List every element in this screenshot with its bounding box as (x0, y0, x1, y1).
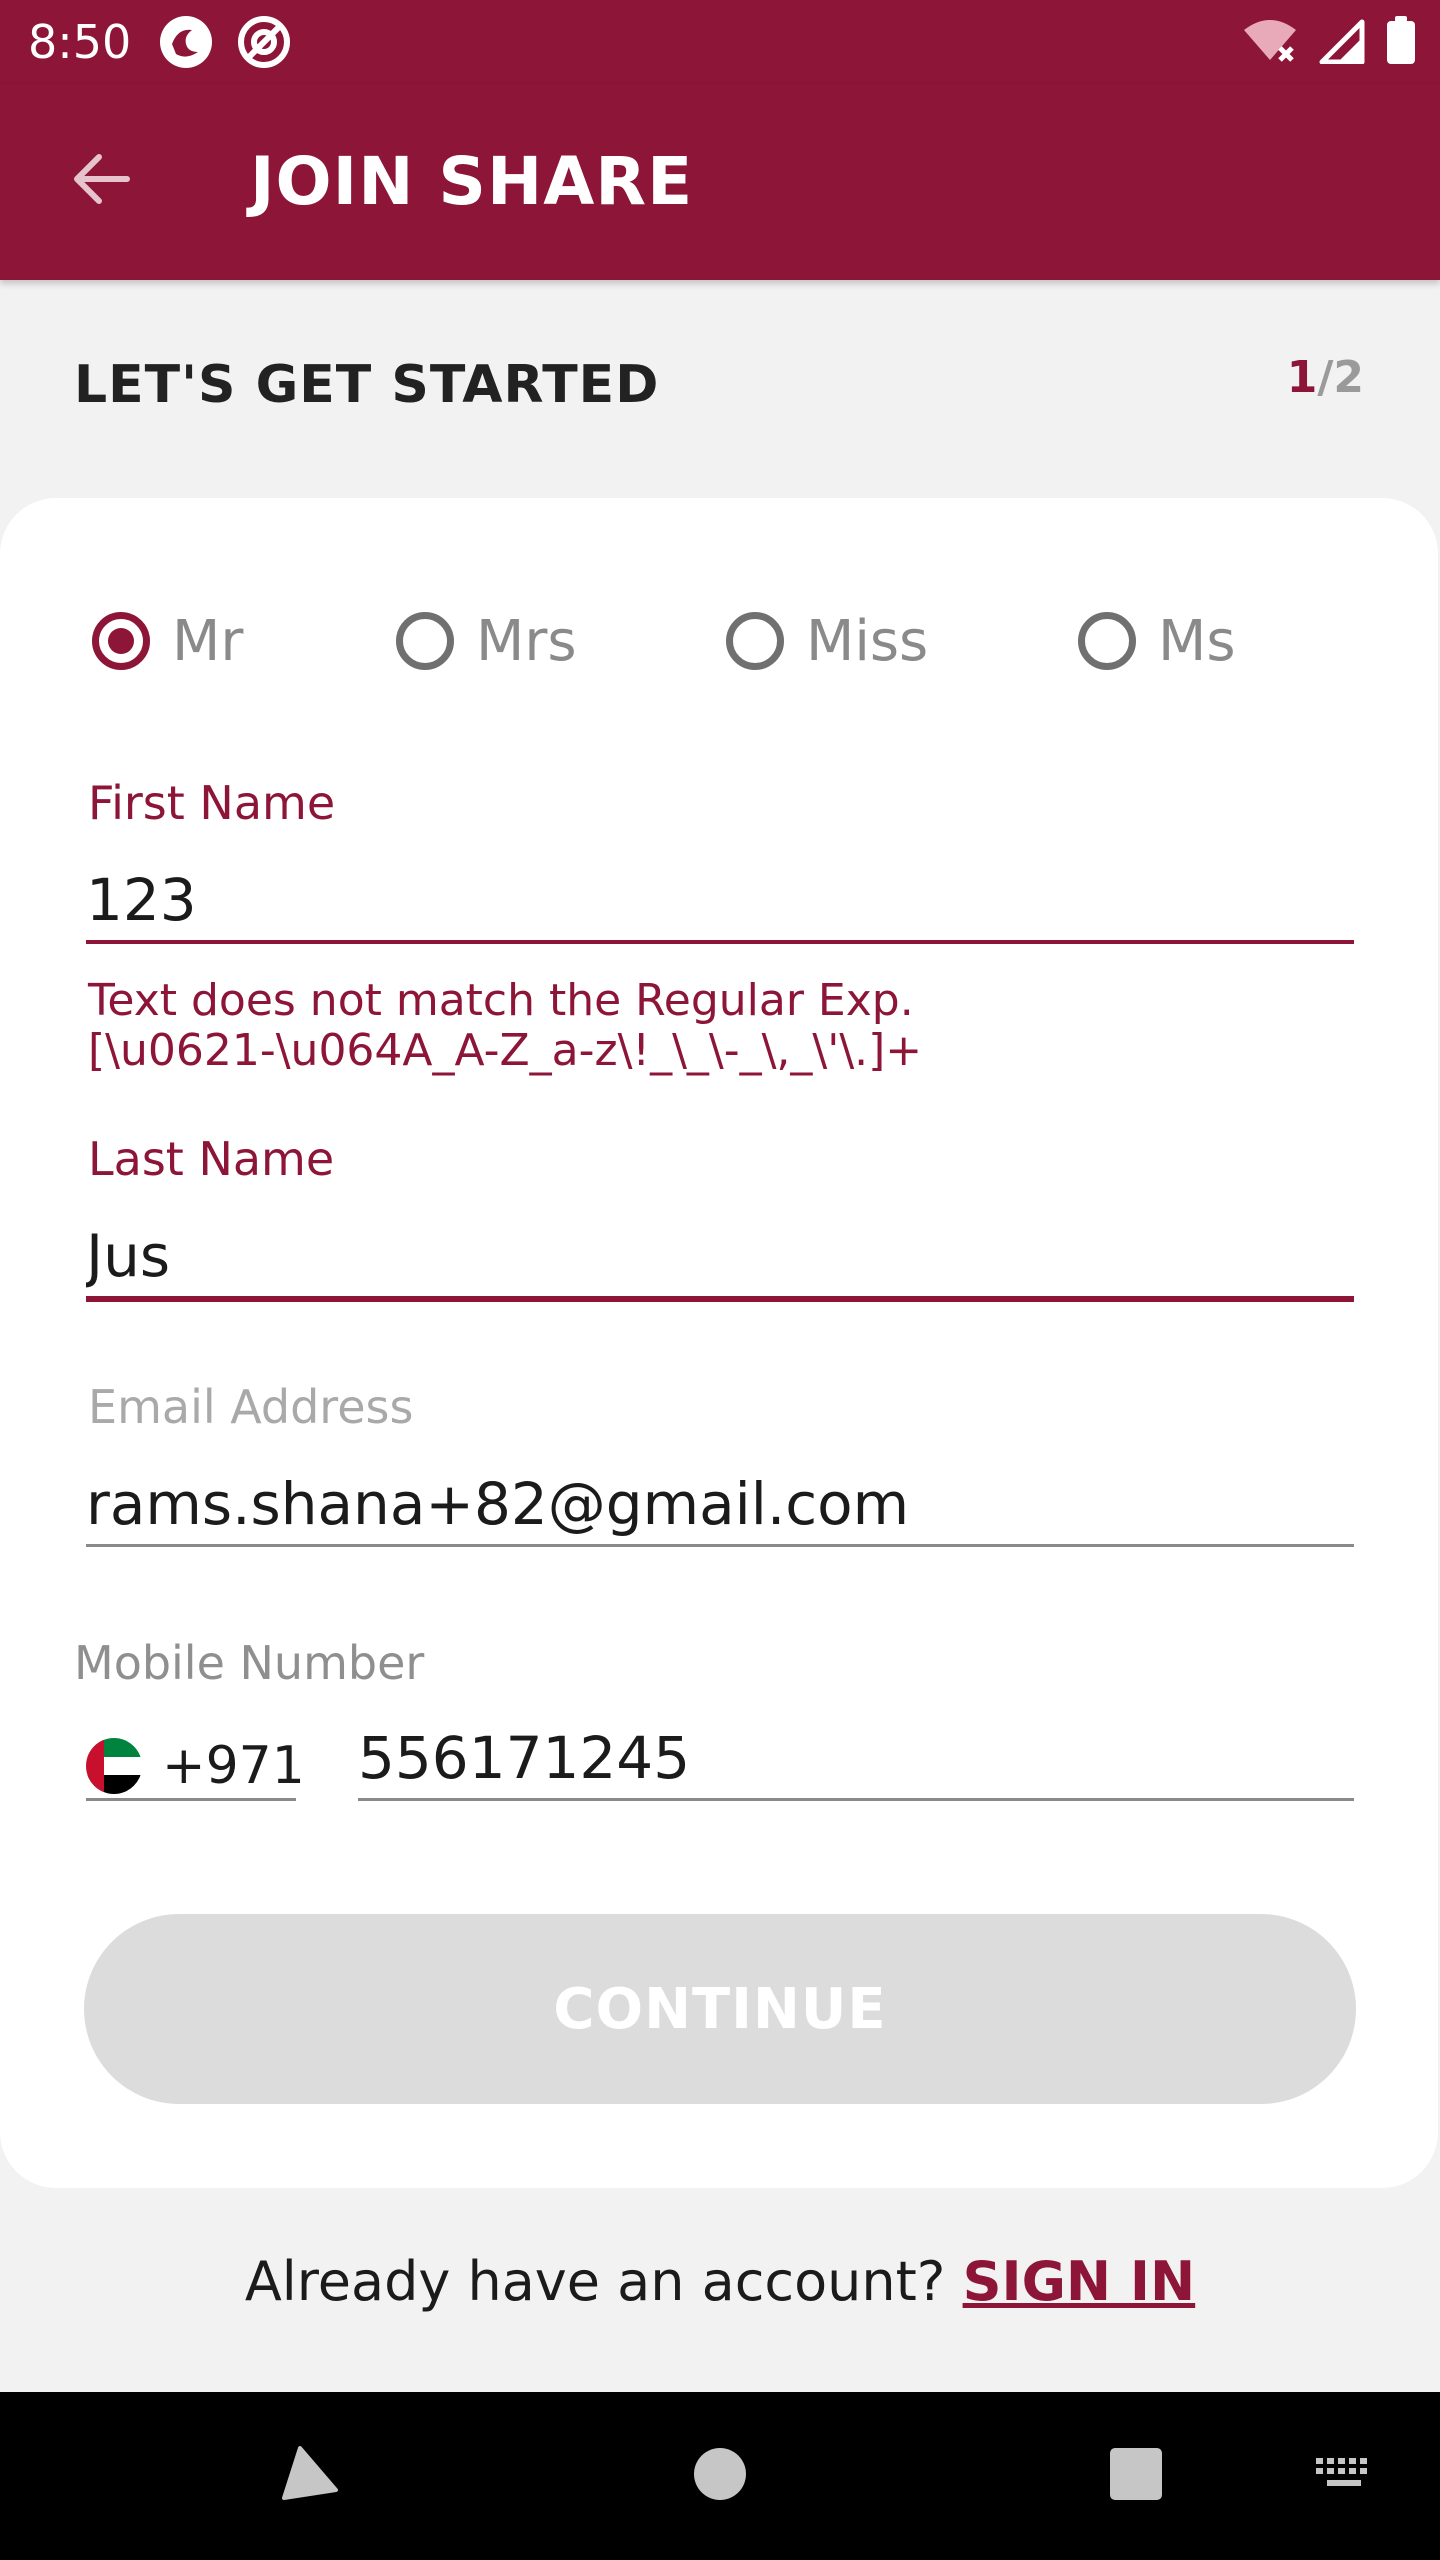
radio-option-mrs[interactable]: Mrs (396, 600, 577, 682)
mobile-label: Mobile Number (74, 1636, 425, 1690)
last-name-label: Last Name (88, 1132, 335, 1186)
error-pattern: [\u0621-\u064A_A-Z_a-z\!_\_\-_\,_\'\.]+ (88, 1025, 923, 1076)
cellular-signal-icon (1318, 16, 1366, 68)
step-counter: 1/2 (1287, 352, 1364, 403)
radio-option-ms[interactable]: Ms (1078, 600, 1236, 682)
at-sign-notification-icon (236, 14, 292, 70)
arrow-left-icon (69, 147, 133, 215)
signin-prompt: Already have an account? (244, 2250, 963, 2313)
section-heading: LET'S GET STARTED (74, 355, 660, 415)
radio-label-mr: Mr (172, 608, 244, 674)
last-name-underline (86, 1296, 1354, 1302)
radio-button[interactable] (1078, 612, 1136, 670)
sign-in-link[interactable]: SIGN IN (963, 2250, 1196, 2313)
nav-home-button[interactable] (680, 2436, 760, 2516)
error-message: Text does not match the Regular Exp. (88, 975, 914, 1026)
nav-keyboard-button[interactable] (1304, 2436, 1384, 2516)
radio-button[interactable] (396, 612, 454, 670)
mobile-number-input[interactable] (358, 1718, 1354, 1798)
first-name-underline (86, 940, 1354, 944)
triangle-back-icon (278, 2442, 342, 2510)
last-name-input[interactable] (86, 1216, 1354, 1296)
mobile-underline (358, 1798, 1354, 1801)
first-name-label: First Name (88, 776, 336, 830)
wifi-off-icon (1242, 16, 1298, 68)
nav-recents-button[interactable] (1096, 2436, 1176, 2516)
radio-option-mr[interactable]: Mr (92, 600, 243, 682)
square-recents-icon (1108, 2446, 1164, 2506)
page-title: JOIN SHARE (250, 143, 694, 220)
email-underline (86, 1544, 1354, 1547)
radio-label-ms: Ms (1158, 608, 1236, 674)
radio-label-mrs: Mrs (476, 608, 577, 674)
signin-row: Already have an account? SIGN IN (0, 2250, 1440, 2313)
radio-button-checked[interactable] (92, 612, 150, 670)
nav-back-button[interactable] (270, 2436, 350, 2516)
battery-icon (1386, 16, 1416, 68)
country-code-underline (86, 1798, 296, 1801)
email-input[interactable] (86, 1464, 1354, 1544)
system-navigation-bar (0, 2392, 1440, 2560)
radio-button[interactable] (726, 612, 784, 670)
step-current: 1 (1286, 352, 1318, 403)
back-button[interactable] (56, 136, 146, 226)
step-total: /2 (1317, 352, 1364, 403)
country-code-text: +971 (162, 1736, 305, 1796)
circle-home-icon (692, 2446, 748, 2506)
first-name-error: Text does not match the Regular Exp. [\u… (88, 976, 1348, 1076)
uae-flag-icon (86, 1738, 142, 1794)
radio-option-miss[interactable]: Miss (726, 600, 928, 682)
app-bar: JOIN SHARE (0, 84, 1440, 280)
status-time: 8:50 (28, 15, 132, 69)
radio-label-miss: Miss (806, 608, 929, 674)
country-code-picker[interactable]: +971 (86, 1728, 305, 1804)
app-notification-icon (158, 14, 214, 70)
keyboard-icon (1314, 2454, 1374, 2498)
status-bar: 8:50 (0, 0, 1440, 84)
email-label: Email Address (88, 1380, 414, 1434)
status-indicators (1242, 14, 1416, 70)
first-name-input[interactable] (86, 860, 1354, 940)
continue-button[interactable]: CONTINUE (84, 1914, 1356, 2104)
